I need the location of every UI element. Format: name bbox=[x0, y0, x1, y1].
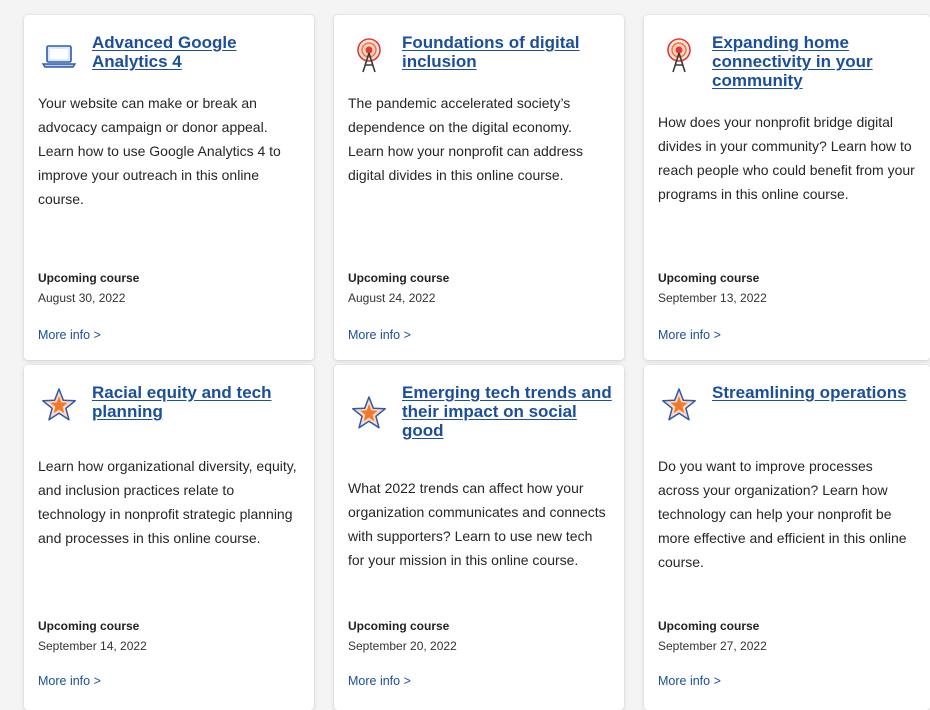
course-status-label: Upcoming course bbox=[658, 271, 760, 285]
more-info-link[interactable]: More info > bbox=[38, 674, 101, 688]
course-card: Streamlining operations Do you want to i… bbox=[644, 365, 930, 710]
course-card-header: Racial equity and tech planning bbox=[38, 383, 302, 427]
course-title-link[interactable]: Expanding home connectivity in your comm… bbox=[712, 33, 918, 90]
broadcast-tower-icon bbox=[357, 38, 381, 73]
more-info-link[interactable]: More info > bbox=[348, 674, 411, 688]
course-status-label: Upcoming course bbox=[348, 271, 450, 285]
course-status-label: Upcoming course bbox=[658, 619, 760, 633]
course-title-link[interactable]: Foundations of digital inclusion bbox=[402, 33, 612, 71]
course-title-link[interactable]: Streamlining operations bbox=[712, 383, 907, 402]
course-card: Foundations of digital inclusion The pan… bbox=[334, 15, 624, 360]
course-card-header: Expanding home connectivity in your comm… bbox=[658, 33, 918, 90]
course-description: How does your nonprofit bridge digital d… bbox=[658, 114, 915, 202]
course-card-header: Advanced Google Analytics 4 bbox=[38, 33, 302, 77]
star-icon bbox=[42, 388, 76, 421]
course-card: Expanding home connectivity in your comm… bbox=[644, 15, 930, 360]
course-status-label: Upcoming course bbox=[348, 619, 450, 633]
course-card-header: Emerging tech trends and their impact on… bbox=[348, 383, 612, 440]
course-description: Do you want to improve processes across … bbox=[658, 458, 907, 570]
more-info-link[interactable]: More info > bbox=[658, 328, 721, 342]
course-date: September 27, 2022 bbox=[658, 639, 767, 653]
course-title-link[interactable]: Racial equity and tech planning bbox=[92, 383, 302, 421]
more-info-link[interactable]: More info > bbox=[658, 674, 721, 688]
course-status-label: Upcoming course bbox=[38, 619, 140, 633]
course-grid: Advanced Google Analytics 4 Your website… bbox=[0, 0, 930, 710]
course-description: What 2022 trends can affect how your org… bbox=[348, 480, 606, 568]
course-description: The pandemic accelerated society’s depen… bbox=[348, 95, 584, 183]
more-info-link[interactable]: More info > bbox=[348, 328, 411, 342]
course-date: August 24, 2022 bbox=[348, 291, 436, 305]
course-date: September 20, 2022 bbox=[348, 639, 457, 653]
star-icon bbox=[662, 388, 696, 421]
course-card-header: Foundations of digital inclusion bbox=[348, 33, 612, 77]
course-status-label: Upcoming course bbox=[38, 271, 140, 285]
course-date: August 30, 2022 bbox=[38, 291, 126, 305]
course-card: Advanced Google Analytics 4 Your website… bbox=[24, 15, 314, 360]
course-description: Learn how organizational diversity, equi… bbox=[38, 458, 297, 546]
course-description: Your website can make or break an advoca… bbox=[38, 95, 281, 207]
course-card: Racial equity and tech planning Learn ho… bbox=[24, 365, 314, 710]
course-card-header: Streamlining operations bbox=[658, 383, 918, 427]
course-title-link[interactable]: Advanced Google Analytics 4 bbox=[92, 33, 302, 71]
course-card: Emerging tech trends and their impact on… bbox=[334, 365, 624, 710]
star-icon bbox=[352, 396, 386, 429]
course-date: September 13, 2022 bbox=[658, 291, 767, 305]
laptop-icon bbox=[41, 45, 77, 68]
more-info-link[interactable]: More info > bbox=[38, 328, 101, 342]
broadcast-tower-icon bbox=[667, 38, 691, 73]
course-title-link[interactable]: Emerging tech trends and their impact on… bbox=[402, 383, 612, 440]
course-date: September 14, 2022 bbox=[38, 639, 147, 653]
